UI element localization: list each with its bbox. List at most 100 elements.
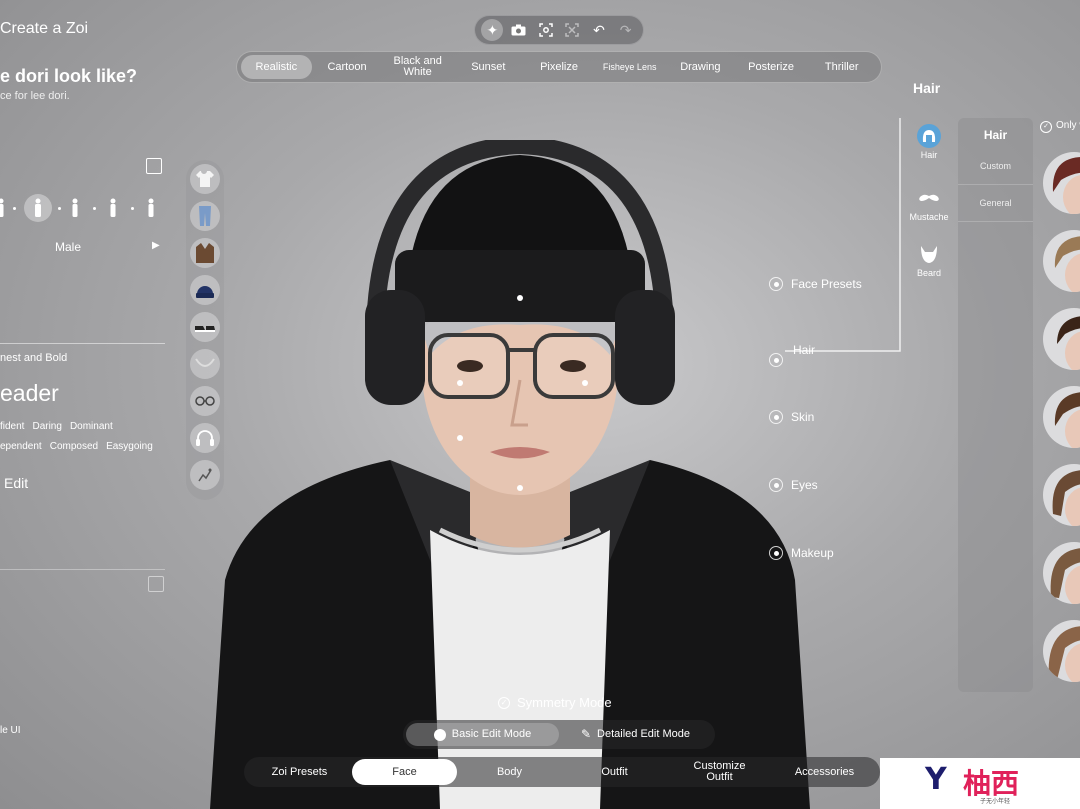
age-young-adult-icon[interactable] [70, 198, 80, 218]
tab-face[interactable]: Face [352, 759, 457, 785]
part-dot-icon [769, 277, 783, 291]
edit-traits-button[interactable]: Edit [4, 475, 28, 491]
section-divider [0, 343, 165, 344]
part-dot-icon [769, 410, 783, 424]
hair-style-option[interactable] [1043, 308, 1080, 370]
hair-style-option[interactable] [1043, 386, 1080, 448]
filter-posterize[interactable]: Posterize [736, 55, 807, 79]
tab-accessories[interactable]: Accessories [772, 759, 877, 785]
filter-bar: Realistic Cartoon Black and White Sunset… [236, 51, 882, 83]
symmetry-mode-toggle[interactable]: ✓ Symmetry Mode [498, 695, 612, 710]
hair-style-option[interactable] [1043, 152, 1080, 214]
trait-chip[interactable]: Daring [32, 421, 61, 432]
part-dot-icon [769, 478, 783, 492]
category-beard[interactable]: Beard [905, 242, 953, 278]
tab-body[interactable]: Body [457, 759, 562, 785]
filter-black-and-white[interactable]: Black and White [382, 55, 453, 79]
check-circle-icon: ✓ [1040, 121, 1052, 133]
filter-realistic[interactable]: Realistic [241, 55, 312, 79]
bottom-tab-bar: Zoi Presets Face Body Outfit Customize O… [244, 757, 880, 787]
redo-icon[interactable]: ↷ [615, 19, 637, 41]
hair-style-option[interactable] [1043, 230, 1080, 292]
hair-connector-line [785, 118, 901, 352]
hair-icon [917, 124, 941, 148]
check-circle-icon: ✓ [498, 696, 510, 709]
part-skin[interactable]: Skin [769, 410, 814, 424]
hair-subcategory-title: Hair [983, 128, 1008, 142]
section-divider [0, 569, 165, 570]
detail-pen-icon: ✎ [580, 727, 592, 741]
part-makeup[interactable]: Makeup [769, 546, 834, 560]
part-eyes[interactable]: Eyes [769, 478, 818, 492]
only-filter-label: Only w [1056, 120, 1080, 131]
subcategory-general[interactable]: General [958, 185, 1033, 222]
age-dot [131, 207, 134, 210]
hide-ui-button[interactable]: le UI [0, 725, 21, 736]
part-label: Makeup [791, 546, 834, 560]
only-filter-toggle[interactable]: ✓ Only w [1040, 120, 1080, 133]
trait-chip[interactable]: ependent [0, 441, 42, 452]
basic-edit-mode-button[interactable]: Basic Edit Mode [406, 723, 559, 746]
tab-outfit[interactable]: Outfit [562, 759, 667, 785]
age-elder-icon[interactable] [146, 198, 156, 218]
detailed-edit-mode-label: Detailed Edit Mode [597, 728, 690, 740]
tool-pill: ✦ ↶ ↷ [474, 15, 644, 45]
trait-chip[interactable]: fident [0, 421, 24, 432]
trait-chip[interactable]: Composed [50, 441, 98, 452]
category-hair[interactable]: Hair [905, 124, 953, 160]
category-mustache[interactable]: Mustache [905, 186, 953, 222]
watermark-subtext: 子无小年轻 [980, 798, 1011, 805]
edit-profile-icon[interactable] [146, 158, 162, 174]
filter-black-and-white-label: Black and White [393, 55, 442, 78]
trait-title: eader [0, 380, 59, 406]
trait-chips-row2: ependent Composed Easygoing [0, 441, 153, 452]
detailed-edit-mode-button[interactable]: ✎ Detailed Edit Mode [559, 723, 712, 746]
category-label: Beard [916, 268, 942, 278]
subcategory-custom[interactable]: Custom [958, 148, 1033, 185]
filter-sunset[interactable]: Sunset [453, 55, 524, 79]
trait-chips-row1: fident Daring Dominant [0, 421, 113, 432]
part-dot-icon [769, 353, 783, 367]
edit-bio-icon[interactable] [148, 576, 164, 592]
sparkle-icon[interactable]: ✦ [481, 19, 504, 41]
gender-value: Male [55, 240, 82, 254]
part-dot-icon [769, 546, 783, 560]
filter-cartoon[interactable]: Cartoon [312, 55, 383, 79]
age-adult-icon[interactable] [33, 198, 43, 218]
focus-icon[interactable] [535, 19, 557, 41]
appearance-subtitle: ce for lee dori. [0, 90, 70, 102]
part-label: Eyes [791, 478, 818, 492]
beard-icon [917, 242, 941, 266]
hair-subcategory-panel: Hair Custom General [958, 118, 1033, 692]
gender-next-arrow-icon[interactable]: ▶ [152, 240, 160, 251]
trait-chip[interactable]: Easygoing [106, 441, 153, 452]
filter-fisheye-lens[interactable]: Fisheye Lens [594, 55, 665, 79]
hair-style-option[interactable] [1043, 464, 1080, 526]
hair-panel-heading: Hair [913, 80, 941, 96]
basic-edit-mode-label: Basic Edit Mode [451, 728, 532, 740]
hair-style-option[interactable] [1043, 542, 1080, 604]
age-child-icon[interactable] [0, 198, 6, 218]
watermark-logo: Y [925, 762, 947, 797]
undo-icon[interactable]: ↶ [588, 19, 610, 41]
tab-customize-outfit[interactable]: Customize Outfit [667, 759, 772, 785]
symmetry-mode-label: Symmetry Mode [517, 695, 612, 710]
age-middle-icon[interactable] [108, 198, 118, 218]
tab-zoi-presets[interactable]: Zoi Presets [247, 759, 352, 785]
filter-drawing[interactable]: Drawing [665, 55, 736, 79]
part-label: Skin [791, 410, 815, 424]
age-dot [13, 207, 16, 210]
filter-thriller[interactable]: Thriller [806, 55, 877, 79]
hair-style-option[interactable] [1043, 620, 1080, 682]
age-dot [93, 207, 96, 210]
mustache-icon [917, 186, 941, 210]
trait-chip[interactable]: Dominant [70, 421, 113, 432]
appearance-question: e dori look like? [0, 66, 138, 86]
age-dot [58, 207, 61, 210]
camera-icon[interactable] [508, 19, 530, 41]
category-label: Hair [920, 150, 938, 160]
frame-icon[interactable] [561, 19, 583, 41]
tab-customize-outfit-label: Customize Outfit [693, 760, 746, 783]
filter-pixelize[interactable]: Pixelize [524, 55, 595, 79]
watermark: Y 柚西 子无小年轻 [880, 758, 1080, 809]
